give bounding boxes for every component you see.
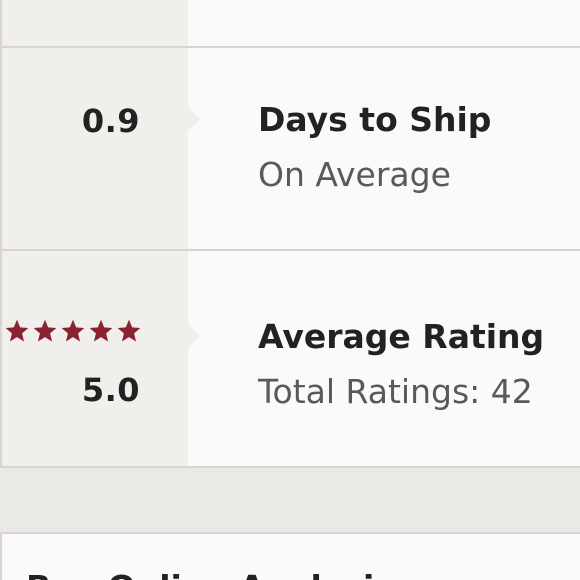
divider-middle: [2, 249, 580, 251]
days-to-ship-subtitle: On Average: [258, 155, 451, 194]
star-icon: [5, 319, 29, 342]
row-pointer: [188, 107, 200, 131]
average-rating-value: 5.0: [81, 371, 140, 409]
total-ratings-subtitle: Total Ratings: 42: [258, 372, 533, 411]
shop-stats-page: 0.9 Days to Ship On Average 5.0 Average …: [0, 0, 580, 580]
divider-top: [2, 46, 580, 48]
star-icon: [89, 319, 113, 342]
row-pointer: [188, 324, 200, 348]
star-icon: [117, 319, 141, 342]
next-section-card: Buy Online Analysis: [0, 532, 580, 580]
average-rating-title: Average Rating: [258, 317, 545, 356]
star-icon: [33, 319, 57, 342]
days-to-ship-value: 0.9: [81, 102, 140, 140]
rating-stars: [4, 318, 142, 344]
star-icon: [61, 319, 85, 342]
shop-stats-card: 0.9 Days to Ship On Average 5.0 Average …: [0, 0, 580, 468]
days-to-ship-title: Days to Ship: [258, 100, 492, 139]
next-section-title: Buy Online Analysis: [26, 568, 394, 580]
